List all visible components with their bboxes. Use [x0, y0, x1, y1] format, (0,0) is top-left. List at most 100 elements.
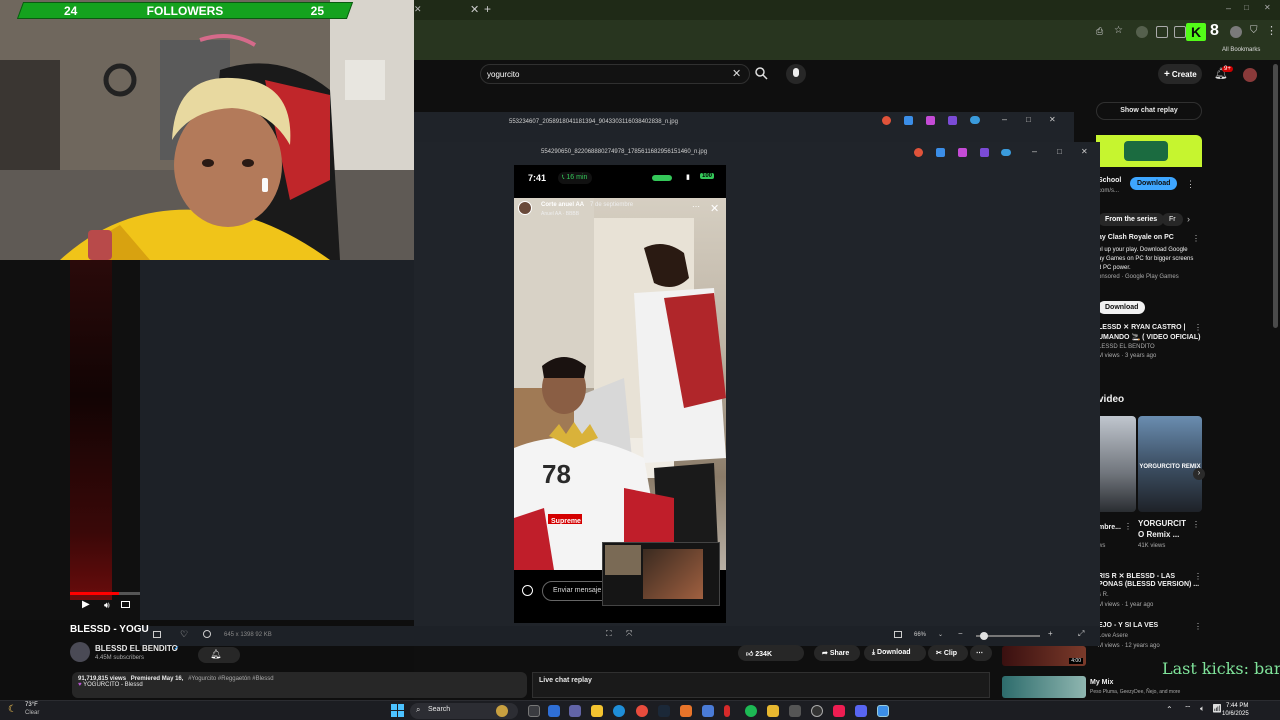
- photos-icon[interactable]: [877, 705, 889, 717]
- viewer1-minimize-icon[interactable]: –: [1002, 114, 1007, 124]
- search-input[interactable]: yogurcito: [480, 64, 750, 84]
- short1-menu-icon[interactable]: ⋮: [1124, 522, 1132, 531]
- chip-from-the-series[interactable]: From the series: [1098, 213, 1165, 226]
- story-more-icon[interactable]: ⋯: [692, 202, 700, 211]
- chevron-right-icon[interactable]: ›: [1187, 214, 1190, 224]
- rec3-menu-icon[interactable]: ⋮: [1194, 622, 1202, 631]
- weather-moon-icon[interactable]: ☾: [8, 704, 17, 715]
- clock-date[interactable]: 10/6/2025: [1222, 711, 1249, 717]
- account-avatar[interactable]: [1243, 68, 1257, 82]
- short2-title-line2[interactable]: O Remix ...: [1138, 530, 1179, 539]
- short2-thumbnail[interactable]: YORGURCITO REMIX: [1138, 416, 1202, 512]
- channel-avatar[interactable]: [70, 642, 90, 662]
- maximize-window-icon[interactable]: □: [1244, 3, 1249, 12]
- page-scrollbar[interactable]: [1273, 64, 1278, 328]
- widgets-icon[interactable]: [548, 705, 560, 717]
- short2-title-line1[interactable]: YORGURCIT: [1138, 519, 1186, 528]
- fit-icon[interactable]: ⛶: [606, 629, 612, 639]
- shorts-next-icon[interactable]: ›: [1193, 468, 1205, 480]
- ad-menu-icon[interactable]: ⋮: [1186, 179, 1195, 190]
- sidebar-toggle-icon[interactable]: [1174, 26, 1186, 38]
- edge-icon[interactable]: [613, 705, 625, 717]
- network-icon[interactable]: ⌔: [1184, 704, 1192, 714]
- story-close-icon[interactable]: ✕: [710, 202, 719, 215]
- app-red-icon[interactable]: [724, 705, 730, 717]
- windows-start-icon[interactable]: [391, 704, 404, 717]
- voice-search-button[interactable]: [786, 64, 806, 84]
- camera-icon[interactable]: [522, 585, 533, 596]
- rec3-title[interactable]: EJO - Y SI LA VES: [1098, 622, 1158, 629]
- clear-search-icon[interactable]: ✕: [732, 67, 741, 80]
- play-icon[interactable]: ▶: [82, 599, 90, 610]
- ad-banner[interactable]: [1096, 135, 1202, 167]
- more-actions-button[interactable]: ⋯: [970, 645, 992, 661]
- zoom-slider[interactable]: [976, 632, 1040, 640]
- viewer1-ai-icon[interactable]: [926, 116, 935, 125]
- slideshow-icon[interactable]: [894, 631, 902, 638]
- rec1-menu-icon[interactable]: ⋮: [1194, 323, 1202, 332]
- viewer2-ai-icon[interactable]: [958, 148, 967, 157]
- actual-size-icon[interactable]: ⤧: [626, 629, 632, 639]
- create-button[interactable]: + Create: [1158, 64, 1202, 84]
- zoom-out-icon[interactable]: −: [958, 629, 963, 638]
- short2-menu-icon[interactable]: ⋮: [1192, 520, 1200, 529]
- fullscreen-icon[interactable]: ⤢: [1078, 629, 1084, 639]
- viewer1-close-icon[interactable]: ✕: [1049, 115, 1056, 124]
- notification-bell-button[interactable]: 🔔︎: [198, 647, 240, 663]
- app-gray-icon[interactable]: [789, 705, 801, 717]
- zoom-in-icon[interactable]: +: [1048, 629, 1053, 638]
- mix-thumbnail[interactable]: 4:00: [1002, 646, 1086, 666]
- zoom-slider-thumb[interactable]: [980, 632, 988, 640]
- short1-title[interactable]: mbre...: [1098, 524, 1121, 531]
- rec1-title-line1[interactable]: LESSD ✕ RYAN CASTRO |: [1098, 323, 1185, 331]
- video-description[interactable]: 91,719,815 views Premiered May 16, #Yogu…: [72, 672, 527, 698]
- volume-icon[interactable]: 🔊︎: [104, 600, 110, 611]
- short1-thumbnail[interactable]: [1096, 416, 1136, 512]
- viewer2-crop-icon[interactable]: [936, 148, 945, 157]
- rec2-title-line1[interactable]: RIS R ✕ BLESSD - LAS: [1098, 572, 1175, 580]
- ad-download-button[interactable]: Download: [1130, 177, 1178, 190]
- viewer1-maximize-icon[interactable]: □: [1026, 115, 1031, 124]
- extensions-puzzle-icon[interactable]: [1156, 26, 1168, 38]
- weather-temp[interactable]: 73°F: [25, 702, 38, 708]
- rec2-menu-icon[interactable]: ⋮: [1194, 572, 1202, 581]
- share-button[interactable]: ➦ Share: [814, 645, 860, 661]
- app-orange-icon[interactable]: [680, 705, 692, 717]
- steam-icon[interactable]: [658, 705, 670, 717]
- obs-icon[interactable]: [811, 705, 823, 717]
- chrome-icon[interactable]: [636, 705, 648, 717]
- file-explorer-icon[interactable]: [591, 705, 603, 717]
- viewer2-close-icon[interactable]: ✕: [1081, 147, 1088, 156]
- volume-tray-icon[interactable]: 🔈︎: [1200, 704, 1205, 714]
- app-blue-icon[interactable]: [702, 705, 714, 717]
- tray-chevron-icon[interactable]: ⌃: [1166, 705, 1173, 714]
- close-window-icon[interactable]: ✕: [1264, 3, 1271, 12]
- profile-avatar[interactable]: [1230, 26, 1242, 38]
- tab-close-icon[interactable]: ✕: [414, 4, 422, 15]
- folder-icon[interactable]: [767, 705, 779, 717]
- viewer1-onedrive-icon[interactable]: [970, 116, 980, 124]
- filmstrip-icon[interactable]: [153, 631, 161, 638]
- menu-dots-icon[interactable]: ⋮: [1266, 24, 1277, 37]
- tiktok-icon[interactable]: [833, 705, 845, 717]
- promo-menu-icon[interactable]: ⋮: [1192, 234, 1200, 243]
- chip-fr[interactable]: Fr: [1162, 213, 1183, 226]
- extension-icon[interactable]: [1136, 26, 1148, 38]
- shield-icon[interactable]: ⛉: [1250, 25, 1258, 36]
- new-tab-icon[interactable]: +: [484, 2, 491, 16]
- clock-time[interactable]: 7:44 PM: [1226, 703, 1248, 709]
- clip-button[interactable]: ✂ Clip: [928, 645, 968, 661]
- viewer1-edit-icon[interactable]: [882, 116, 891, 125]
- teams-icon[interactable]: [569, 705, 581, 717]
- viewer2-minimize-icon[interactable]: –: [1032, 146, 1037, 156]
- close-tab-icon[interactable]: ✕: [470, 3, 479, 16]
- task-view-icon[interactable]: [528, 705, 540, 717]
- hashtags[interactable]: #Yogurcito #Reggaetón #Blessd: [188, 676, 274, 682]
- channel-name[interactable]: BLESSD EL BENDITO: [95, 644, 178, 653]
- wifi-icon[interactable]: 📶︎: [1212, 704, 1222, 713]
- promo-download-button[interactable]: Download: [1098, 301, 1146, 314]
- search-icon[interactable]: [754, 66, 768, 80]
- install-app-icon[interactable]: ⎙: [1096, 26, 1103, 37]
- download-button[interactable]: ⤓ Download: [864, 645, 926, 661]
- spotify-icon[interactable]: [745, 705, 757, 717]
